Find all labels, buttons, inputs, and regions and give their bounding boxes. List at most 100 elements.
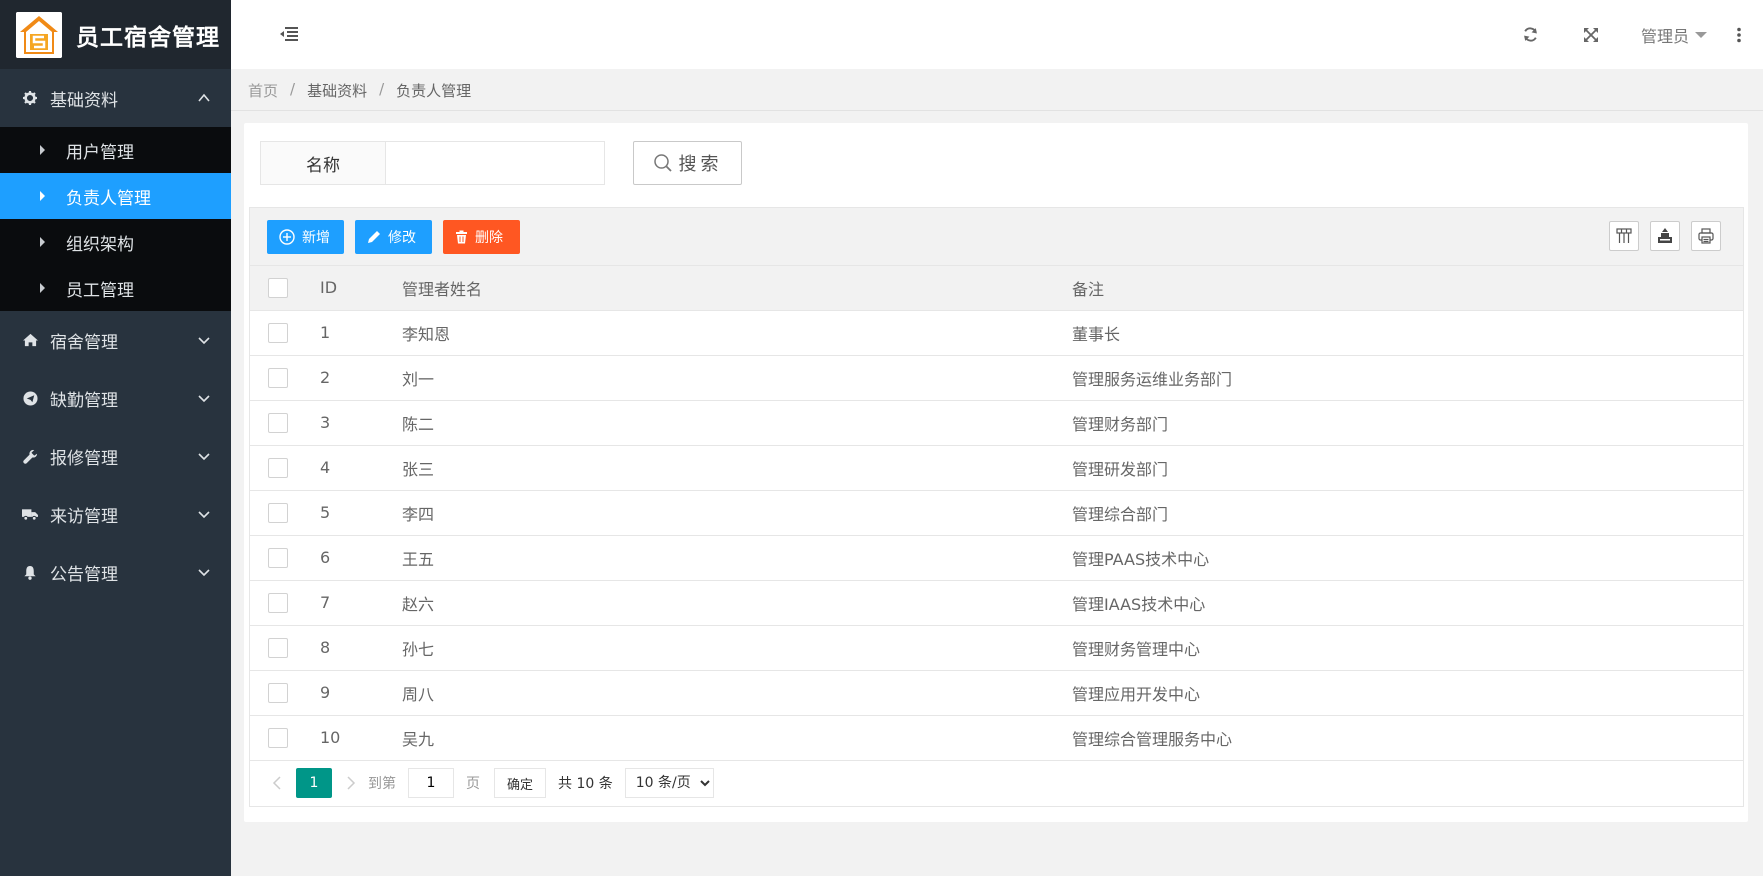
nav-group-notice: 公告管理: [0, 543, 231, 601]
next-page-icon[interactable]: [340, 772, 362, 794]
table-row[interactable]: 7 赵六 管理IAAS技术中心: [250, 580, 1743, 626]
sidebar-item-org[interactable]: 组织架构: [0, 219, 231, 265]
row-checkbox[interactable]: [268, 637, 288, 658]
refresh-icon[interactable]: [1521, 25, 1541, 45]
row-select-cell: [250, 625, 310, 671]
manager-table: ID 管理者姓名 备注 1 李知恩 董事长 2 刘一 管理服务运维业务部门 3 陈二 管理财务部…: [250, 266, 1743, 761]
column-header-remark[interactable]: 备注: [1072, 266, 1743, 311]
user-menu[interactable]: 管理员: [1641, 23, 1707, 47]
table-row[interactable]: 8 孙七 管理财务管理中心: [250, 625, 1743, 671]
edit-button[interactable]: 修改: [355, 220, 432, 254]
cell-remark: 管理应用开发中心: [1072, 670, 1743, 716]
nav-head-basic[interactable]: 基础资料: [0, 69, 231, 127]
breadcrumb-separator: /: [379, 80, 385, 98]
cell-id: 10: [310, 715, 402, 761]
nav-group-dorm: 宿舍管理: [0, 311, 231, 369]
row-checkbox[interactable]: [268, 367, 288, 388]
nav-head-dorm[interactable]: 宿舍管理: [0, 311, 231, 369]
select-all-checkbox[interactable]: [268, 278, 288, 298]
footer-area: [231, 822, 1763, 876]
user-name: 管理员: [1640, 26, 1689, 46]
page-current[interactable]: 1: [296, 768, 332, 798]
column-header-name[interactable]: 管理者姓名: [402, 266, 1072, 311]
truck-icon: [22, 506, 38, 522]
breadcrumb-basic[interactable]: 基础资料: [307, 80, 367, 101]
fullscreen-icon[interactable]: [1581, 25, 1601, 45]
chevron-down-icon: [198, 337, 210, 345]
row-checkbox[interactable]: [268, 682, 288, 703]
sidebar-item-label: 负责人管理: [66, 188, 151, 209]
row-select-cell: [250, 580, 310, 626]
export-icon[interactable]: [1650, 221, 1680, 251]
nav-head-notice[interactable]: 公告管理: [0, 543, 231, 601]
goto-page-input[interactable]: [408, 768, 454, 798]
column-header-id[interactable]: ID: [310, 266, 402, 311]
caret-right-icon: [40, 237, 45, 247]
add-button-label: 新增: [302, 230, 330, 246]
pagination: 1 到第 页 确定 共 10 条 10 条/页: [250, 761, 1743, 806]
table-row[interactable]: 3 陈二 管理财务部门: [250, 400, 1743, 446]
send-icon: [22, 390, 38, 406]
pencil-icon: [368, 231, 380, 243]
breadcrumb-current: 负责人管理: [396, 82, 472, 100]
delete-button-label: 删除: [475, 230, 503, 246]
table-body: 1 李知恩 董事长 2 刘一 管理服务运维业务部门 3 陈二 管理财务部门 4 张三 管理研发部门 5 李…: [250, 310, 1743, 761]
nav-head-repair[interactable]: 报修管理: [0, 427, 231, 485]
cell-remark: 管理财务部门: [1072, 400, 1743, 446]
table-row[interactable]: 4 张三 管理研发部门: [250, 445, 1743, 491]
columns-filter-icon[interactable]: [1609, 221, 1639, 251]
add-button[interactable]: 新增: [267, 220, 344, 254]
nav-head-label: 缺勤管理: [50, 390, 118, 411]
table-row[interactable]: 1 李知恩 董事长: [250, 310, 1743, 356]
search-button[interactable]: 搜索: [633, 141, 742, 185]
row-select-cell: [250, 400, 310, 446]
row-checkbox[interactable]: [268, 727, 288, 748]
table-row[interactable]: 9 周八 管理应用开发中心: [250, 670, 1743, 716]
edit-button-label: 修改: [388, 230, 416, 246]
goto-confirm-button[interactable]: 确定: [494, 768, 547, 798]
nav-head-label: 宿舍管理: [50, 332, 118, 353]
page-size-select[interactable]: 10 条/页: [624, 768, 714, 798]
table-row[interactable]: 10 吴九 管理综合管理服务中心: [250, 715, 1743, 761]
cell-name: 王五: [402, 535, 1072, 581]
breadcrumb-home[interactable]: 首页: [248, 80, 278, 101]
row-select-cell: [250, 490, 310, 536]
logo-icon: [16, 11, 62, 58]
search-input[interactable]: [386, 141, 605, 185]
nav-head-absence[interactable]: 缺勤管理: [0, 369, 231, 427]
app-title: 员工宿舍管理: [76, 24, 220, 51]
row-select-cell: [250, 670, 310, 716]
nav-submenu-basic: 用户管理 负责人管理 组织架构 员工管理: [0, 127, 231, 311]
menu-toggle-icon[interactable]: [279, 26, 299, 42]
chevron-up-icon: [198, 93, 210, 102]
row-checkbox[interactable]: [268, 457, 288, 478]
cell-id: 5: [310, 490, 402, 536]
sidebar-item-managers[interactable]: 负责人管理: [0, 173, 231, 219]
delete-button[interactable]: 删除: [443, 220, 520, 254]
nav-head-visit[interactable]: 来访管理: [0, 485, 231, 543]
more-vertical-icon[interactable]: [1729, 25, 1749, 45]
print-icon[interactable]: [1691, 221, 1721, 251]
cell-name: 吴九: [402, 715, 1072, 761]
row-checkbox[interactable]: [268, 502, 288, 523]
table-row[interactable]: 5 李四 管理综合部门: [250, 490, 1743, 536]
prev-page-icon[interactable]: [266, 772, 288, 794]
cell-remark: 管理服务运维业务部门: [1072, 355, 1743, 401]
cell-id: 4: [310, 445, 402, 491]
sidebar-item-users[interactable]: 用户管理: [0, 127, 231, 173]
nav-head-label: 基础资料: [50, 90, 118, 111]
caret-right-icon: [40, 145, 45, 155]
row-checkbox[interactable]: [268, 322, 288, 343]
caret-right-icon: [40, 191, 45, 201]
table-row[interactable]: 2 刘一 管理服务运维业务部门: [250, 355, 1743, 401]
nav-group-basic: 基础资料 用户管理 负责人管理 组织架构 员工管理: [0, 69, 231, 311]
total-count: 共 10 条: [558, 776, 613, 792]
table-row[interactable]: 6 王五 管理PAAS技术中心: [250, 535, 1743, 581]
row-checkbox[interactable]: [268, 412, 288, 433]
row-select-cell: [250, 535, 310, 581]
table-toolbar: 新增 修改 删除: [250, 208, 1743, 266]
sidebar-item-employees[interactable]: 员工管理: [0, 265, 231, 311]
plus-circle-icon: [279, 229, 295, 245]
row-checkbox[interactable]: [268, 547, 288, 568]
row-checkbox[interactable]: [268, 592, 288, 613]
